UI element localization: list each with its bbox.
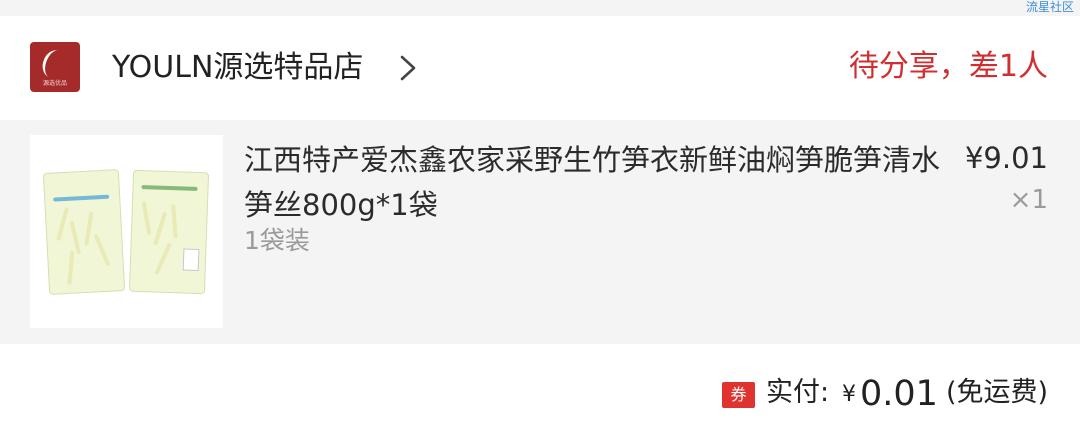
bag-stick bbox=[93, 233, 111, 267]
bag-stick bbox=[56, 207, 69, 242]
product-image[interactable] bbox=[30, 135, 223, 328]
bag-stick bbox=[84, 211, 94, 246]
shop-header: 源选优品 YOULN源选特品店 待分享，差1人 bbox=[0, 16, 1080, 120]
paid-amount: 0.01 bbox=[860, 374, 938, 414]
shipping-note: (免运费) bbox=[946, 377, 1049, 408]
logo-text: 源选优品 bbox=[42, 80, 67, 87]
bag-stick bbox=[153, 211, 167, 246]
bag-band bbox=[53, 194, 110, 202]
paid-label: 实付: bbox=[766, 377, 830, 408]
bag-stick bbox=[171, 204, 178, 239]
share-status[interactable]: 待分享，差1人 bbox=[849, 49, 1048, 85]
bag-stick bbox=[67, 250, 75, 285]
product-variant: 1袋装 bbox=[244, 226, 310, 255]
bag-stick bbox=[69, 220, 82, 255]
payment-footer: 券 实付: ¥ 0.01 (免运费) bbox=[0, 344, 1080, 437]
product-title[interactable]: 江西特产爱杰鑫农家采野生竹笋衣新鲜油焖笋脆笋清水笋丝800g*1袋 bbox=[244, 138, 944, 228]
watermark: 流星社区 bbox=[1025, 0, 1074, 14]
chevron-right-icon[interactable] bbox=[396, 51, 420, 85]
coupon-icon: 券 bbox=[722, 382, 755, 408]
bag-band bbox=[141, 185, 198, 191]
product-price: ¥9.01 bbox=[964, 141, 1048, 175]
bag-stick bbox=[154, 242, 172, 276]
product-bag bbox=[128, 169, 210, 295]
shop-logo-icon[interactable]: 源选优品 bbox=[30, 42, 80, 92]
barcode-label bbox=[182, 248, 200, 272]
product-bag bbox=[42, 169, 126, 295]
product-quantity: ×1 bbox=[1009, 185, 1048, 215]
product-row[interactable]: 江西特产爱杰鑫农家采野生竹笋衣新鲜油焖笋脆笋清水笋丝800g*1袋 1袋装 ¥9… bbox=[0, 120, 1080, 344]
paid-currency: ¥ bbox=[842, 382, 856, 407]
bag-stick bbox=[141, 201, 152, 236]
shop-name[interactable]: YOULN源选特品店 bbox=[112, 50, 363, 86]
logo-crescent bbox=[38, 47, 70, 81]
